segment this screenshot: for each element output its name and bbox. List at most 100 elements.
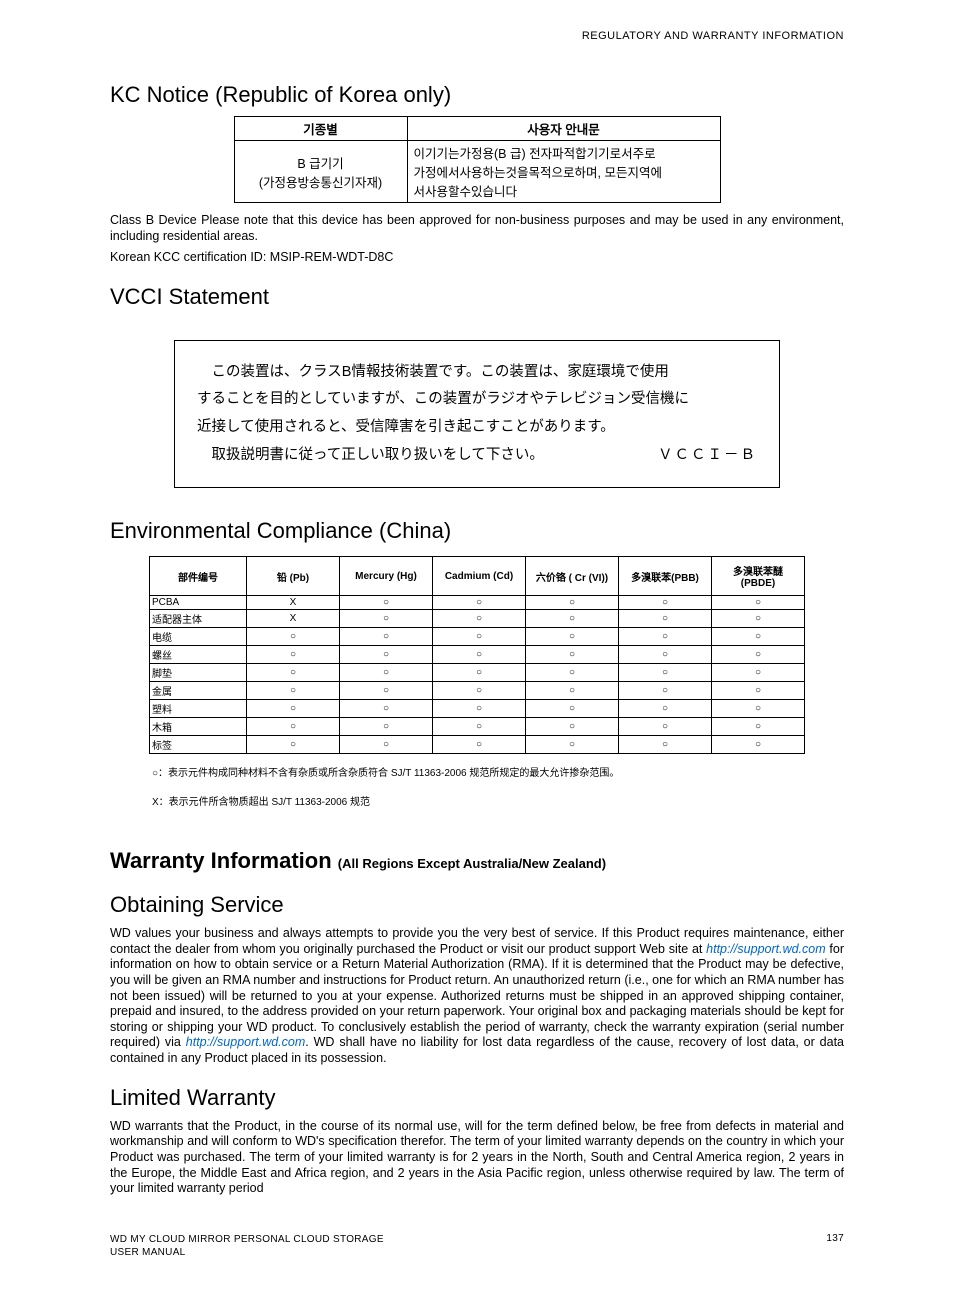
env-th: Mercury (Hg) (340, 557, 433, 596)
env-cell: ○ (526, 718, 619, 736)
env-cell: ○ (619, 596, 712, 610)
kc-c1b: (가정용방송통신기자재) (259, 176, 382, 190)
kc-c1a: B 급기기 (297, 157, 343, 171)
env-cell: X (247, 596, 340, 610)
env-cell: ○ (433, 596, 526, 610)
warranty-heading: Warranty Information (All Regions Except… (110, 848, 844, 874)
env-cell-name: 标签 (150, 736, 247, 754)
kc-p2: Korean KCC certification ID: MSIP-REM-WD… (110, 250, 844, 266)
support-link-1[interactable]: http://support.wd.com (706, 942, 826, 956)
env-cell: ○ (340, 736, 433, 754)
vcci-badge: ＶＣＣＩ－Ｂ (658, 442, 757, 470)
env-cell: ○ (712, 682, 805, 700)
env-cell: ○ (619, 664, 712, 682)
env-cell: ○ (712, 736, 805, 754)
env-cell: ○ (433, 682, 526, 700)
env-cell-name: 木箱 (150, 718, 247, 736)
kc-c2b: 가정에서사용하는것을목적으로하며, 모든지역에 (414, 166, 662, 180)
env-cell: ○ (433, 610, 526, 628)
env-cell: X (247, 610, 340, 628)
env-th: 铅 (Pb) (247, 557, 340, 596)
running-header: REGULATORY AND WARRANTY INFORMATION (110, 30, 844, 42)
obtain-para: WD values your business and always attem… (110, 926, 844, 1067)
kc-c2c: 서사용할수있습니다 (414, 185, 518, 199)
env-cell: ○ (712, 628, 805, 646)
vcci-l1: この装置は、クラスB情報技術装置です。この装置は、家庭環境で使用 (197, 359, 757, 387)
env-cell: ○ (526, 646, 619, 664)
env-cell: ○ (619, 736, 712, 754)
warranty-heading-sub: (All Regions Except Australia/New Zealan… (338, 856, 606, 871)
vcci-heading: VCCI Statement (110, 284, 844, 310)
limited-para: WD warrants that the Product, in the cou… (110, 1119, 844, 1197)
env-cell: ○ (526, 700, 619, 718)
env-cell: ○ (247, 736, 340, 754)
env-cell: ○ (526, 596, 619, 610)
env-cell: ○ (247, 682, 340, 700)
env-cell: ○ (340, 682, 433, 700)
env-cell: ○ (340, 596, 433, 610)
footer: WD MY CLOUD MIRROR PERSONAL CLOUD STORAG… (110, 1233, 844, 1259)
env-cell: ○ (340, 700, 433, 718)
vcci-box: この装置は、クラスB情報技術装置です。この装置は、家庭環境で使用 することを目的… (174, 340, 780, 488)
env-cell: ○ (433, 700, 526, 718)
env-cell: ○ (619, 718, 712, 736)
env-cell-name: 脚垫 (150, 664, 247, 682)
env-cell: ○ (712, 664, 805, 682)
env-cell: ○ (619, 628, 712, 646)
env-cell: ○ (712, 646, 805, 664)
obtain-heading: Obtaining Service (110, 892, 844, 918)
env-cell: ○ (619, 646, 712, 664)
env-th: 部件编号 (150, 557, 247, 596)
env-note2: X：表示元件所含物质超出 SJ/T 11363-2006 规范 (152, 793, 844, 808)
env-cell-name: 塑料 (150, 700, 247, 718)
env-cell: ○ (340, 628, 433, 646)
env-cell: ○ (247, 646, 340, 664)
env-cell: ○ (247, 664, 340, 682)
kc-table: 기종별 사용자 안내문 B 급기기 (가정용방송통신기자재) 이기기는가정용(B… (234, 116, 721, 203)
env-cell: ○ (712, 700, 805, 718)
vcci-l4: 取扱説明書に従って正しい取り扱いをして下さい。 (197, 442, 544, 470)
env-cell-name: PCBA (150, 596, 247, 610)
env-cell: ○ (619, 610, 712, 628)
env-cell: ○ (247, 628, 340, 646)
vcci-l3: 近接して使用されると、受信障害を引き起こすことがあります。 (197, 414, 757, 442)
kc-th2: 사용자 안내문 (407, 117, 720, 141)
obtain-pb: for information on how to obtain service… (110, 942, 844, 1050)
env-th: 六价铬 ( Cr (VI)) (526, 557, 619, 596)
env-th: 多溴联苯(PBB) (619, 557, 712, 596)
env-cell: ○ (619, 700, 712, 718)
env-cell-name: 适配器主体 (150, 610, 247, 628)
warranty-heading-main: Warranty Information (110, 848, 332, 873)
env-th: 多溴联苯醚(PBDE) (712, 557, 805, 596)
footer-page: 137 (826, 1233, 844, 1259)
env-cell: ○ (433, 664, 526, 682)
env-cell: ○ (619, 682, 712, 700)
env-cell: ○ (340, 646, 433, 664)
kc-th1: 기종별 (234, 117, 407, 141)
env-cell: ○ (340, 718, 433, 736)
env-cell: ○ (433, 646, 526, 664)
vcci-l2: することを目的としていますが、この装置がラジオやテレビジョン受信機に (197, 386, 757, 414)
kc-c1: B 급기기 (가정용방송통신기자재) (234, 141, 407, 203)
env-cell-name: 电缆 (150, 628, 247, 646)
env-cell: ○ (526, 736, 619, 754)
env-cell: ○ (526, 682, 619, 700)
support-link-2[interactable]: http://support.wd.com (186, 1035, 306, 1049)
limited-heading: Limited Warranty (110, 1085, 844, 1111)
env-cell: ○ (526, 664, 619, 682)
kc-heading: KC Notice (Republic of Korea only) (110, 82, 844, 108)
kc-c2: 이기기는가정용(B 급) 전자파적합기기로서주로 가정에서사용하는것을목적으로하… (407, 141, 720, 203)
env-cell: ○ (712, 610, 805, 628)
env-cell: ○ (526, 610, 619, 628)
env-cell: ○ (433, 736, 526, 754)
env-table: 部件编号铅 (Pb)Mercury (Hg)Cadmium (Cd)六价铬 ( … (149, 556, 805, 754)
kc-c2a: 이기기는가정용(B 급) 전자파적합기기로서주로 (414, 147, 656, 161)
env-cell-name: 金属 (150, 682, 247, 700)
env-cell: ○ (433, 628, 526, 646)
env-cell: ○ (712, 596, 805, 610)
env-cell: ○ (247, 718, 340, 736)
env-th: Cadmium (Cd) (433, 557, 526, 596)
env-cell: ○ (340, 610, 433, 628)
kc-p1: Class B Device Please note that this dev… (110, 213, 844, 244)
env-cell: ○ (247, 700, 340, 718)
